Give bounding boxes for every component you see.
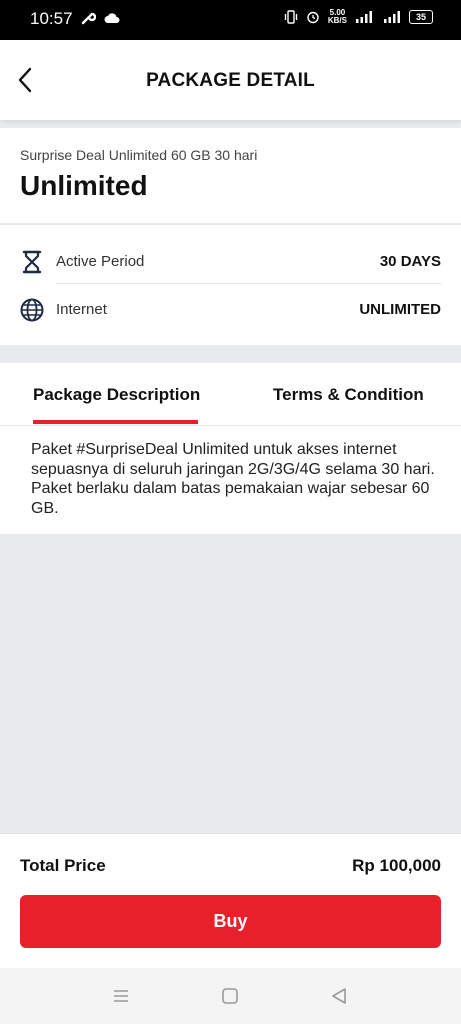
battery-icon: 35 xyxy=(409,10,433,24)
home-icon[interactable] xyxy=(220,986,240,1006)
status-time: 10:57 xyxy=(30,9,73,28)
detail-value: UNLIMITED xyxy=(359,301,441,318)
total-price-label: Total Price xyxy=(20,856,106,875)
hourglass-icon xyxy=(22,250,42,274)
back-nav-icon[interactable] xyxy=(329,986,349,1006)
total-price-value: Rp 100,000 xyxy=(352,856,441,875)
description-text: Paket #SurpriseDeal Unlimited untuk akse… xyxy=(31,441,435,517)
network-speed: 5.00 KB/S xyxy=(327,8,347,25)
menu-icon[interactable] xyxy=(111,986,131,1006)
tab-terms-condition[interactable]: Terms & Condition xyxy=(273,385,424,405)
active-tab-indicator xyxy=(33,420,198,424)
buy-button[interactable]: Buy xyxy=(20,895,441,948)
detail-value: 30 DAYS xyxy=(379,253,441,270)
globe-icon xyxy=(20,298,44,322)
vibrate-icon xyxy=(284,10,298,24)
alarm-icon xyxy=(307,11,319,24)
package-details: Active Period 30 DAYS Internet UNLIMITED xyxy=(0,224,461,345)
package-summary: Surprise Deal Unlimited 60 GB 30 hari Un… xyxy=(0,128,461,223)
page-title: PACKAGE DETAIL xyxy=(146,70,315,91)
tab-package-description[interactable]: Package Description xyxy=(33,385,200,405)
wrench-icon xyxy=(81,12,96,25)
package-name: Surprise Deal Unlimited 60 GB 30 hari xyxy=(20,147,258,163)
detail-label: Internet xyxy=(56,301,107,318)
status-bar: 10:57 5.00 KB/S 35 xyxy=(0,0,461,40)
signal-icon xyxy=(356,11,372,23)
app-header: PACKAGE DETAIL xyxy=(0,40,461,120)
system-navigation-bar xyxy=(0,968,461,1024)
cloud-icon xyxy=(104,13,120,23)
package-type: Unlimited xyxy=(20,170,148,201)
detail-label: Active Period xyxy=(56,253,145,270)
divider xyxy=(56,283,441,284)
tab-bar: Package Description Terms & Condition xyxy=(0,363,461,426)
detail-row-internet: Internet UNLIMITED xyxy=(20,287,441,331)
detail-row-active-period: Active Period 30 DAYS xyxy=(20,239,441,283)
signal-4g-icon xyxy=(384,11,400,23)
package-description: Paket #SurpriseDeal Unlimited untuk akse… xyxy=(0,426,461,534)
checkout-footer: Total Price Rp 100,000 Buy xyxy=(0,833,461,968)
